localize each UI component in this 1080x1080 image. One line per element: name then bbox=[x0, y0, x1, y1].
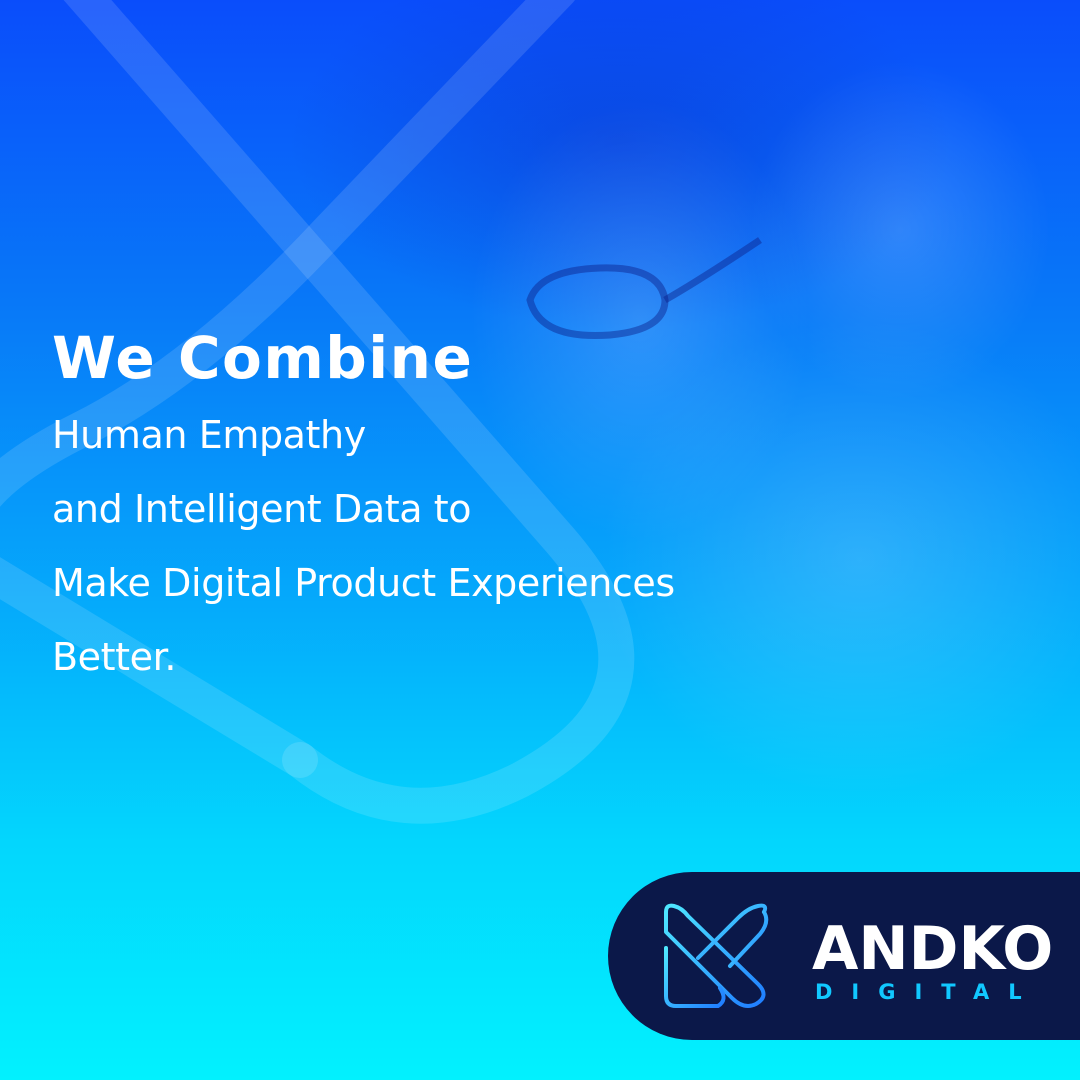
body-line-3: Make Digital Product Experiences bbox=[52, 561, 675, 605]
social-post: We Combine Human Empathy and Intelligent… bbox=[0, 0, 1080, 1080]
brand-subtitle: DIGITAL bbox=[815, 980, 1041, 1004]
brand-name: ANDKO bbox=[812, 914, 1054, 984]
photo-background-figure bbox=[750, 60, 1050, 400]
tagline-block: We Combine Human Empathy and Intelligent… bbox=[52, 318, 675, 694]
andko-logo-icon bbox=[664, 903, 769, 1008]
body-line-2: and Intelligent Data to bbox=[52, 487, 472, 531]
headline: We Combine bbox=[52, 324, 474, 392]
body-line-1: Human Empathy bbox=[52, 413, 366, 457]
body-line-4: Better. bbox=[52, 635, 177, 679]
